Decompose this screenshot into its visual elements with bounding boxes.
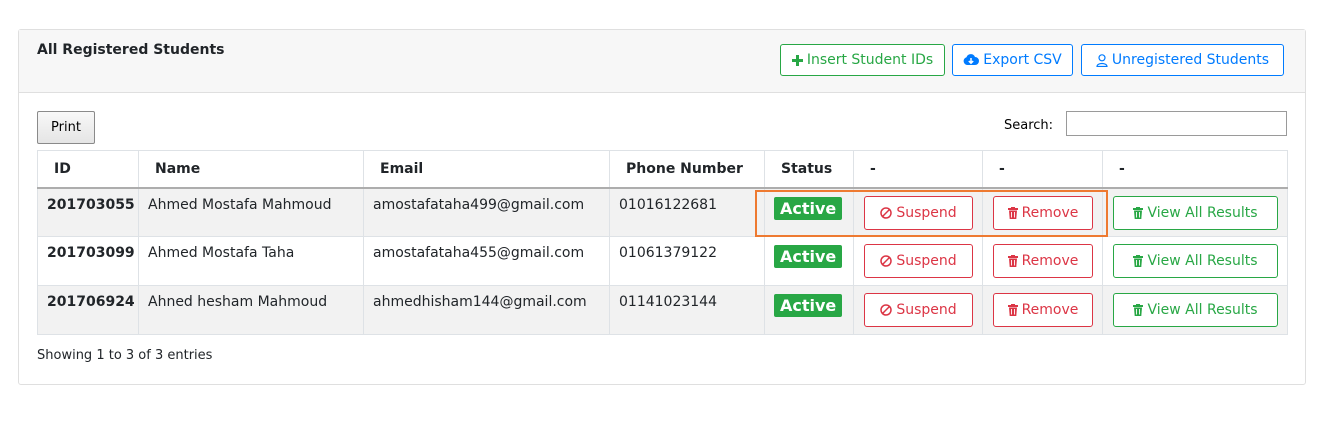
trash-icon xyxy=(1133,255,1144,267)
table-row: 201703099 Ahmed Mostafa Taha amostafatah… xyxy=(37,236,1288,286)
trash-icon xyxy=(1007,255,1018,267)
suspend-button[interactable]: Suspend xyxy=(864,195,973,230)
export-csv-button[interactable]: Export CSV xyxy=(952,44,1073,76)
student-name-cell: Ahned hesham Mahmoud xyxy=(138,285,364,335)
student-phone-cell: 01141023144 xyxy=(609,285,765,335)
unregistered-students-button[interactable]: Unregistered Students xyxy=(1081,44,1284,76)
student-id-cell: 201703055 xyxy=(37,187,139,237)
suspend-button[interactable]: Suspend xyxy=(864,293,973,327)
trash-icon xyxy=(1007,304,1018,316)
student-email-cell: ahmedhisham144@gmail.com xyxy=(363,285,610,335)
print-button[interactable]: Print xyxy=(37,111,95,144)
column-header-id[interactable]: ID xyxy=(37,150,139,189)
remove-button[interactable]: Remove xyxy=(993,195,1093,230)
plus-icon xyxy=(791,54,803,66)
column-header-phone[interactable]: Phone Number xyxy=(609,150,765,189)
student-email-cell: amostafataha499@gmail.com xyxy=(363,187,610,237)
suspend-label: Suspend xyxy=(896,253,957,269)
student-name-cell: Ahmed Mostafa Mahmoud xyxy=(138,187,364,237)
card-header: All Registered Students Insert Student I… xyxy=(19,30,1305,93)
column-header-remove[interactable]: - xyxy=(982,150,1103,189)
column-header-status[interactable]: Status xyxy=(764,150,854,189)
results-cell: View All Results xyxy=(1102,187,1288,237)
unregistered-students-label: Unregistered Students xyxy=(1111,52,1270,68)
remove-cell: Remove xyxy=(982,236,1103,286)
view-all-results-label: View All Results xyxy=(1147,204,1258,221)
trash-icon xyxy=(1007,206,1018,219)
student-phone-cell: 01061379122 xyxy=(609,236,765,286)
remove-cell: Remove xyxy=(982,285,1103,335)
table-row: 201703055 Ahmed Mostafa Mahmoud amostafa… xyxy=(37,187,1288,237)
insert-student-ids-button[interactable]: Insert Student IDs xyxy=(780,44,945,76)
suspend-cell: Suspend xyxy=(853,236,983,286)
suspend-label: Suspend xyxy=(896,302,957,318)
suspend-button[interactable]: Suspend xyxy=(864,244,973,278)
column-header-results[interactable]: - xyxy=(1102,150,1288,189)
remove-button[interactable]: Remove xyxy=(993,244,1093,278)
ban-icon xyxy=(880,206,893,219)
search-label: Search: xyxy=(1004,118,1054,133)
student-id-cell: 201706924 xyxy=(37,285,139,335)
suspend-cell: Suspend xyxy=(853,187,983,237)
student-id-cell: 201703099 xyxy=(37,236,139,286)
student-name-cell: Ahmed Mostafa Taha xyxy=(138,236,364,286)
table-header-row: ID Name Email Phone Number Status - - - xyxy=(37,150,1288,189)
remove-button[interactable]: Remove xyxy=(993,293,1093,327)
insert-student-ids-label: Insert Student IDs xyxy=(806,52,934,68)
table-row: 201706924 Ahned hesham Mahmoud ahmedhish… xyxy=(37,285,1288,335)
remove-label: Remove xyxy=(1021,204,1079,221)
remove-label: Remove xyxy=(1021,302,1079,318)
status-badge: Active xyxy=(774,245,843,268)
student-phone-cell: 01016122681 xyxy=(609,187,765,237)
students-card: All Registered Students Insert Student I… xyxy=(18,29,1306,385)
card-title: All Registered Students xyxy=(37,42,225,58)
remove-cell: Remove xyxy=(982,187,1103,237)
status-badge: Active xyxy=(774,196,843,220)
suspend-label: Suspend xyxy=(896,204,957,221)
students-table: ID Name Email Phone Number Status - - - … xyxy=(37,150,1288,335)
status-cell: Active xyxy=(764,187,854,237)
remove-label: Remove xyxy=(1021,253,1079,269)
trash-icon xyxy=(1133,206,1144,219)
status-cell: Active xyxy=(764,236,854,286)
column-header-email[interactable]: Email xyxy=(363,150,610,189)
view-all-results-button[interactable]: View All Results xyxy=(1113,195,1278,230)
student-email-cell: amostafataha455@gmail.com xyxy=(363,236,610,286)
trash-icon xyxy=(1133,304,1144,316)
search-input[interactable] xyxy=(1066,111,1287,136)
column-header-suspend[interactable]: - xyxy=(853,150,983,189)
view-all-results-label: View All Results xyxy=(1147,302,1258,318)
status-cell: Active xyxy=(764,285,854,335)
view-all-results-label: View All Results xyxy=(1147,253,1258,269)
user-icon xyxy=(1096,53,1108,67)
results-cell: View All Results xyxy=(1102,236,1288,286)
ban-icon xyxy=(880,255,893,267)
export-csv-label: Export CSV xyxy=(983,52,1062,68)
cloud-download-icon xyxy=(963,54,980,66)
table-info: Showing 1 to 3 of 3 entries xyxy=(37,348,213,363)
column-header-name[interactable]: Name xyxy=(138,150,364,189)
status-badge: Active xyxy=(774,294,843,317)
results-cell: View All Results xyxy=(1102,285,1288,335)
view-all-results-button[interactable]: View All Results xyxy=(1113,293,1278,327)
suspend-cell: Suspend xyxy=(853,285,983,335)
ban-icon xyxy=(880,304,893,316)
view-all-results-button[interactable]: View All Results xyxy=(1113,244,1278,278)
